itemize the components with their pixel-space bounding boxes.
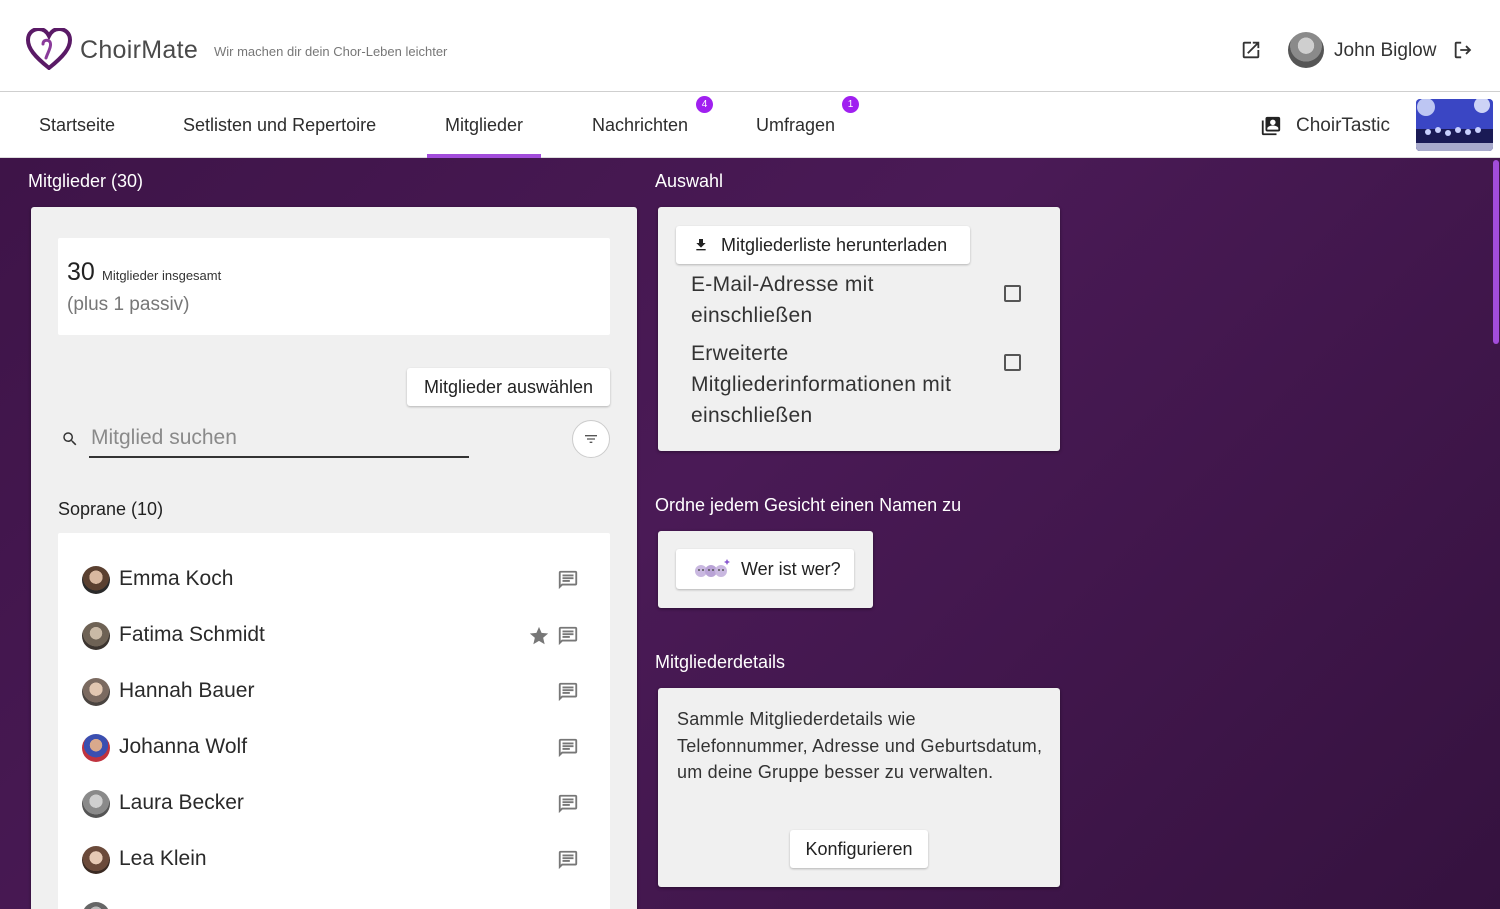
download-list-button[interactable]: Mitgliederliste herunterladen xyxy=(676,226,970,264)
option-extended-line: Erweiterte xyxy=(691,342,789,365)
download-icon xyxy=(696,239,706,251)
unread-badge: 1 xyxy=(842,96,859,113)
avatar xyxy=(82,678,110,706)
avatar xyxy=(82,622,110,650)
user-name[interactable]: John Biglow xyxy=(1334,40,1436,62)
chat-icon[interactable] xyxy=(557,625,579,647)
include-extended-checkbox[interactable] xyxy=(1004,354,1021,371)
tab-mitglieder[interactable]: Mitglieder xyxy=(426,92,542,158)
choir-library-icon xyxy=(1261,116,1281,136)
open-external-icon[interactable] xyxy=(1240,39,1262,61)
who-is-who-label: Wer ist wer? xyxy=(741,558,841,579)
filter-icon xyxy=(585,435,597,443)
member-name: Fatima Schmidt xyxy=(119,623,265,646)
member-name: Emma Koch xyxy=(119,567,234,590)
list-item[interactable]: Emma Koch xyxy=(58,552,610,608)
main-nav: Startseite Setlisten und Repertoire Mitg… xyxy=(0,92,1500,158)
tab-label: Umfragen xyxy=(756,114,836,135)
details-card: Sammle Mitgliederdetails wie Telefonnumm… xyxy=(658,688,1060,887)
chat-icon[interactable] xyxy=(557,569,579,591)
option-email-line: einschließen xyxy=(691,304,813,327)
heart-logo-icon xyxy=(26,28,72,70)
chat-icon[interactable] xyxy=(557,793,579,815)
star-icon[interactable] xyxy=(528,625,550,647)
tab-label: Startseite xyxy=(39,114,116,135)
tab-setlisten[interactable]: Setlisten und Repertoire xyxy=(183,92,376,158)
member-count-label: Mitglieder insgesamt xyxy=(102,268,222,283)
search-icon xyxy=(63,432,77,446)
avatar xyxy=(82,790,110,818)
faces-card: Wer ist wer? xyxy=(658,531,873,608)
selection-card: Mitgliederliste herunterladen E-Mail-Adr… xyxy=(658,207,1060,451)
tab-umfragen[interactable]: Umfragen 1 xyxy=(756,92,859,158)
chat-icon[interactable] xyxy=(557,737,579,759)
list-item[interactable]: Fatima Schmidt xyxy=(58,608,610,664)
option-extended-line: einschließen xyxy=(691,404,813,427)
list-item[interactable]: Laura Becker xyxy=(58,776,610,832)
member-list: Emma Koch Fatima Schmidt Hannah Bauer Jo… xyxy=(58,533,610,909)
member-search-input[interactable] xyxy=(89,420,469,458)
passive-note: (plus 1 passiv) xyxy=(67,294,190,315)
chat-icon[interactable] xyxy=(557,681,579,703)
member-name: Johanna Wolf xyxy=(119,735,248,758)
details-description: Sammle Mitgliederdetails wie Telefonnumm… xyxy=(677,709,1043,782)
option-email-line: E-Mail-Adresse mit xyxy=(691,273,874,296)
tab-nachrichten[interactable]: Nachrichten 4 xyxy=(592,92,713,158)
who-is-who-button[interactable]: Wer ist wer? xyxy=(676,549,854,589)
selection-title: Auswahl xyxy=(655,171,724,191)
page-scrollbar[interactable] xyxy=(1490,158,1500,909)
faces-title: Ordne jedem Gesicht einen Namen zu xyxy=(655,495,962,515)
member-name: Hannah Bauer xyxy=(119,679,255,702)
choir-image[interactable] xyxy=(1416,99,1493,151)
configure-button[interactable]: Konfigurieren xyxy=(790,830,928,868)
details-title: Mitgliederdetails xyxy=(655,652,786,672)
avatar xyxy=(82,846,110,874)
member-count-box: 30 Mitglieder insgesamt (plus 1 passiv) xyxy=(58,238,610,335)
filter-button[interactable] xyxy=(572,420,610,458)
tab-label: Nachrichten xyxy=(592,114,689,135)
choir-name[interactable]: ChoirTastic xyxy=(1296,115,1390,137)
main-content: Mitglieder (30) 30 Mitglieder insgesamt … xyxy=(0,158,1500,909)
download-label: Mitgliederliste herunterladen xyxy=(721,234,948,255)
tab-label: Setlisten und Repertoire xyxy=(183,114,377,135)
chat-icon[interactable] xyxy=(557,849,579,871)
group-title-soprane: Soprane (10) xyxy=(58,499,164,519)
list-item[interactable]: Hannah Bauer xyxy=(58,664,610,720)
member-name: Lea Klein xyxy=(119,847,207,870)
avatar xyxy=(82,734,110,762)
list-item[interactable] xyxy=(58,888,610,909)
list-item[interactable]: Johanna Wolf xyxy=(58,720,610,776)
members-title: Mitglieder (30) xyxy=(28,171,144,191)
scroll-thumb[interactable] xyxy=(1493,160,1499,344)
unread-badge: 4 xyxy=(696,96,713,113)
logout-icon[interactable] xyxy=(1452,39,1474,61)
member-count: 30 xyxy=(67,258,95,286)
avatar xyxy=(82,902,110,909)
include-email-checkbox[interactable] xyxy=(1004,285,1021,302)
tagline: Wir machen dir dein Chor-Leben leichter xyxy=(214,44,448,59)
option-extended-label: Erweiterte Mitgliederinformationen mit e… xyxy=(691,338,951,431)
option-extended-line: Mitgliederinformationen mit xyxy=(691,373,952,396)
avatar xyxy=(82,566,110,594)
member-name: Laura Becker xyxy=(119,791,244,814)
choir-photo-icon xyxy=(1416,99,1493,151)
tab-startseite[interactable]: Startseite xyxy=(39,92,115,158)
user-avatar[interactable] xyxy=(1288,32,1324,68)
app-header: ChoirMate Wir machen dir dein Chor-Leben… xyxy=(0,0,1500,92)
list-item[interactable]: Lea Klein xyxy=(58,832,610,888)
members-card: 30 Mitglieder insgesamt (plus 1 passiv) … xyxy=(31,207,637,909)
option-email-label: E-Mail-Adresse mit einschließen xyxy=(691,269,874,331)
logo-text: ChoirMate xyxy=(80,36,199,64)
select-members-button[interactable]: Mitglieder auswählen xyxy=(407,368,610,406)
tab-label: Mitglieder xyxy=(445,114,524,135)
faces-icon xyxy=(695,559,730,577)
